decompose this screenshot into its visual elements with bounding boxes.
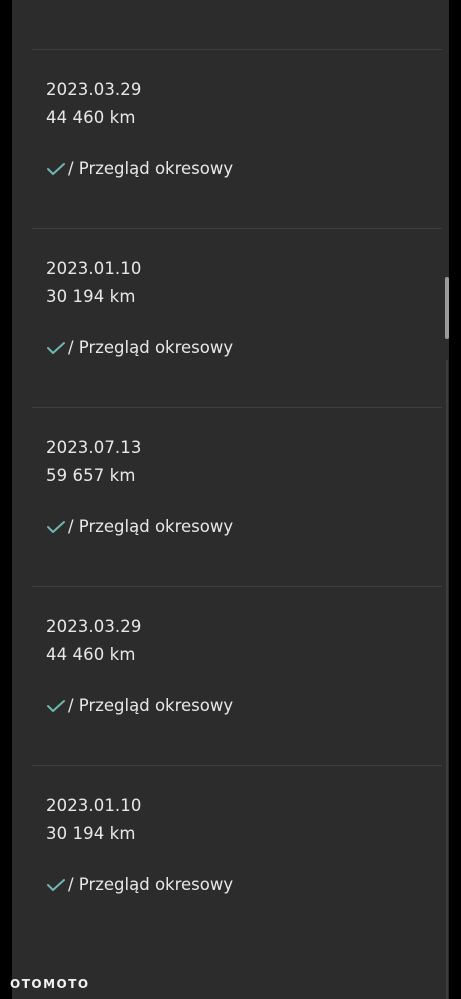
inspection-date: 2023.07.13 — [46, 438, 142, 457]
inspection-date: 2023.03.29 — [46, 617, 142, 636]
scrollbar-thumb[interactable] — [445, 277, 449, 339]
inspection-history-panel: 2023.03.29 44 460 km / Przegląd okresowy… — [12, 0, 449, 999]
inspection-status: / Przegląd okresowy — [46, 516, 426, 538]
otomoto-watermark: OTOMOTO — [10, 977, 90, 991]
check-icon — [47, 521, 65, 533]
inspection-entry: 2023.07.13 59 657 km / Przegląd okresowy — [46, 438, 426, 538]
scrollbar-track[interactable] — [446, 360, 448, 999]
inspection-type-label: / Przegląd okresowy — [68, 875, 234, 894]
inspection-mileage: 44 460 km — [46, 108, 136, 127]
inspection-status: / Przegląd okresowy — [46, 158, 426, 180]
inspection-type-label: / Przegląd okresowy — [68, 159, 234, 178]
inspection-type-label: / Przegląd okresowy — [68, 517, 234, 536]
divider — [32, 228, 442, 229]
inspection-entry: 2023.03.29 44 460 km / Przegląd okresowy — [46, 617, 426, 717]
inspection-status: / Przegląd okresowy — [46, 695, 426, 717]
check-icon — [47, 163, 65, 175]
inspection-date: 2023.01.10 — [46, 259, 142, 278]
inspection-entry: 2023.01.10 30 194 km / Przegląd okresowy — [46, 796, 426, 896]
inspection-mileage: 30 194 km — [46, 824, 136, 843]
check-icon — [47, 342, 65, 354]
inspection-status: / Przegląd okresowy — [46, 337, 426, 359]
check-icon — [47, 700, 65, 712]
inspection-entry: 2023.01.10 30 194 km / Przegląd okresowy — [46, 259, 426, 359]
inspection-mileage: 30 194 km — [46, 287, 136, 306]
divider — [32, 49, 442, 50]
inspection-type-label: / Przegląd okresowy — [68, 338, 234, 357]
divider — [32, 407, 442, 408]
inspection-date: 2023.01.10 — [46, 796, 142, 815]
inspection-mileage: 44 460 km — [46, 645, 136, 664]
inspection-type-label: / Przegląd okresowy — [68, 696, 234, 715]
divider — [32, 765, 442, 766]
divider — [32, 586, 442, 587]
inspection-mileage: 59 657 km — [46, 466, 136, 485]
check-icon — [47, 879, 65, 891]
inspection-date: 2023.03.29 — [46, 80, 142, 99]
inspection-entry: 2023.03.29 44 460 km / Przegląd okresowy — [46, 80, 426, 180]
inspection-status: / Przegląd okresowy — [46, 874, 426, 896]
